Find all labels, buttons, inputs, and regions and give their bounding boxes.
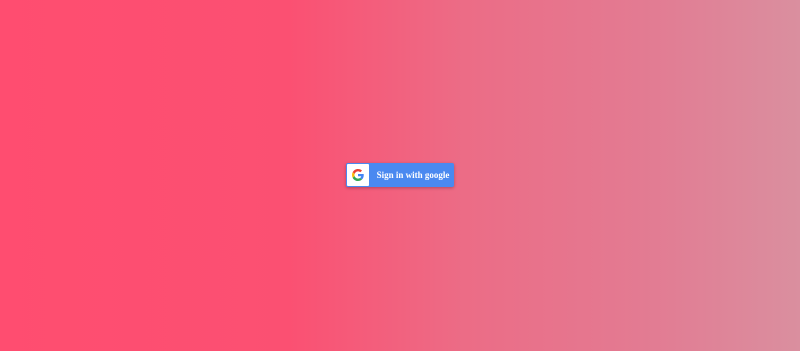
signin-button-label: Sign in with google xyxy=(376,170,450,180)
google-g-icon xyxy=(352,169,364,181)
google-logo-container xyxy=(347,164,369,186)
google-signin-button[interactable]: Sign in with google xyxy=(346,163,454,187)
